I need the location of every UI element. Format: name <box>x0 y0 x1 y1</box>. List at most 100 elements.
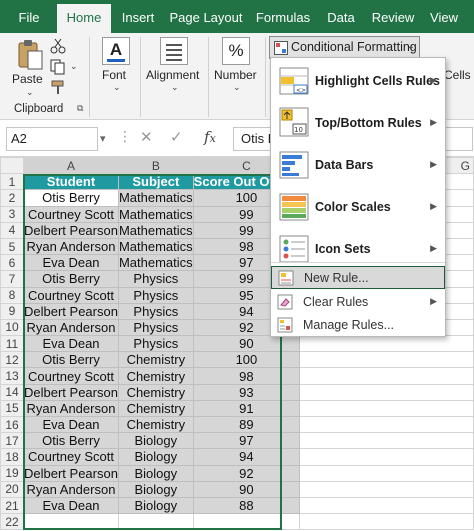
row-header[interactable]: 2 <box>0 189 25 207</box>
column-title-cell[interactable]: Student <box>23 173 119 191</box>
data-cell[interactable]: Mathematics <box>117 205 194 223</box>
alignment-group-button[interactable]: Alignment ⌄ <box>144 35 204 93</box>
row-header[interactable]: 1 <box>0 173 25 191</box>
menu-item-manage-rules[interactable]: Manage Rules... <box>271 314 445 336</box>
menu-item-new-rule[interactable]: New Rule... <box>271 266 445 289</box>
data-cell[interactable]: 88 <box>192 496 301 515</box>
data-cell[interactable]: Otis Berry <box>23 432 119 450</box>
empty-cell[interactable] <box>23 513 119 531</box>
data-cell[interactable]: Physics <box>117 335 194 353</box>
data-cell[interactable]: Physics <box>117 318 194 337</box>
insert-function-icon[interactable]: fx <box>204 128 216 146</box>
empty-cell[interactable] <box>299 480 474 498</box>
data-cell[interactable]: Biology <box>117 496 194 515</box>
data-cell[interactable]: Delbert Pearson <box>23 221 119 239</box>
empty-cell[interactable] <box>299 367 474 385</box>
empty-cell[interactable] <box>117 513 194 531</box>
tab-review[interactable]: Review <box>368 0 418 33</box>
data-cell[interactable]: Mathematics <box>117 221 194 239</box>
data-cell[interactable]: Physics <box>117 270 194 288</box>
row-header[interactable]: 15 <box>0 399 25 418</box>
row-header[interactable]: 16 <box>0 415 25 434</box>
data-cell[interactable]: 93 <box>192 383 301 401</box>
data-cell[interactable]: Courtney Scott <box>23 448 119 466</box>
empty-cell[interactable] <box>299 432 474 450</box>
paste-button[interactable]: Paste ⌄ <box>10 37 50 97</box>
column-header-b[interactable]: B <box>117 156 194 175</box>
cells-group-button[interactable]: Cells <box>444 35 474 93</box>
tab-file[interactable]: File <box>10 0 48 33</box>
data-cell[interactable]: 94 <box>192 448 301 466</box>
data-cell[interactable]: Courtney Scott <box>23 205 119 223</box>
empty-cell[interactable] <box>299 448 474 466</box>
data-cell[interactable]: Chemistry <box>117 351 194 369</box>
format-painter-icon[interactable] <box>50 79 66 95</box>
empty-cell[interactable] <box>299 383 474 401</box>
row-header[interactable]: 20 <box>0 480 25 498</box>
row-header[interactable]: 8 <box>0 286 25 304</box>
data-cell[interactable]: Biology <box>117 464 194 482</box>
data-cell[interactable]: Chemistry <box>117 367 194 385</box>
clipboard-launcher-icon[interactable]: ⧉ <box>77 103 83 114</box>
data-cell[interactable]: Mathematics <box>117 237 194 256</box>
data-cell[interactable]: Chemistry <box>117 399 194 418</box>
empty-cell[interactable] <box>299 415 474 434</box>
empty-cell[interactable] <box>299 513 474 531</box>
column-title-cell[interactable]: Subject <box>117 173 194 191</box>
data-cell[interactable]: Physics <box>117 302 194 320</box>
data-cell[interactable]: Biology <box>117 480 194 498</box>
data-cell[interactable]: Ryan Anderson <box>23 399 119 418</box>
data-cell[interactable]: 98 <box>192 367 301 385</box>
row-header[interactable]: 7 <box>0 270 25 288</box>
copy-dropdown-chevron-icon[interactable]: ⌄ <box>70 61 78 72</box>
row-header[interactable]: 13 <box>0 367 25 385</box>
data-cell[interactable]: Biology <box>117 448 194 466</box>
data-cell[interactable]: Mathematics <box>117 254 194 272</box>
data-cell[interactable]: 92 <box>192 464 301 482</box>
data-cell[interactable]: Courtney Scott <box>23 286 119 304</box>
data-cell[interactable]: Ryan Anderson <box>23 480 119 498</box>
data-cell[interactable]: Mathematics <box>117 189 194 207</box>
data-cell[interactable]: Otis Berry <box>23 270 119 288</box>
row-header[interactable]: 19 <box>0 464 25 482</box>
data-cell[interactable]: Delbert Pearson <box>23 302 119 320</box>
data-cell[interactable]: Biology <box>117 432 194 450</box>
copy-icon[interactable] <box>50 59 66 75</box>
data-cell[interactable]: Eva Dean <box>23 254 119 272</box>
data-cell[interactable]: 90 <box>192 335 301 353</box>
empty-cell[interactable] <box>299 351 474 369</box>
data-cell[interactable]: Otis Berry <box>23 189 119 207</box>
tab-page-layout[interactable]: Page Layout <box>168 0 244 33</box>
data-cell[interactable]: Eva Dean <box>23 415 119 434</box>
tab-home[interactable]: Home <box>57 4 111 33</box>
tab-insert[interactable]: Insert <box>116 0 160 33</box>
empty-cell[interactable] <box>299 464 474 482</box>
data-cell[interactable]: 91 <box>192 399 301 418</box>
empty-cell[interactable] <box>192 513 301 531</box>
font-group-button[interactable]: A Font ⌄ <box>97 35 135 93</box>
data-cell[interactable]: Eva Dean <box>23 496 119 515</box>
row-header[interactable]: 9 <box>0 302 25 320</box>
data-cell[interactable]: 89 <box>192 415 301 434</box>
data-cell[interactable]: Eva Dean <box>23 335 119 353</box>
menu-item-clear-rules[interactable]: Clear Rules ▶ <box>271 291 445 313</box>
row-header[interactable]: 10 <box>0 318 25 337</box>
row-header[interactable]: 18 <box>0 448 25 466</box>
empty-cell[interactable] <box>299 335 474 353</box>
data-cell[interactable]: 90 <box>192 480 301 498</box>
menu-item-color-scales[interactable]: Color Scales ▶ <box>271 188 445 226</box>
data-cell[interactable]: 100 <box>192 351 301 369</box>
empty-cell[interactable] <box>299 399 474 418</box>
data-cell[interactable]: Otis Berry <box>23 351 119 369</box>
cut-icon[interactable] <box>50 38 66 54</box>
row-header[interactable]: 11 <box>0 335 25 353</box>
row-header[interactable]: 5 <box>0 237 25 256</box>
data-cell[interactable]: Courtney Scott <box>23 367 119 385</box>
data-cell[interactable]: Delbert Pearson <box>23 383 119 401</box>
menu-item-data-bars[interactable]: Data Bars ▶ <box>271 146 445 184</box>
empty-cell[interactable] <box>299 496 474 515</box>
name-box-dropdown-icon[interactable]: ▾ <box>100 132 106 145</box>
menu-item-highlight-cells-rules[interactable]: <> Highlight Cells Rules ▶ <box>271 62 445 100</box>
row-header[interactable]: 22 <box>0 513 25 531</box>
name-box[interactable]: A2 <box>6 127 98 151</box>
